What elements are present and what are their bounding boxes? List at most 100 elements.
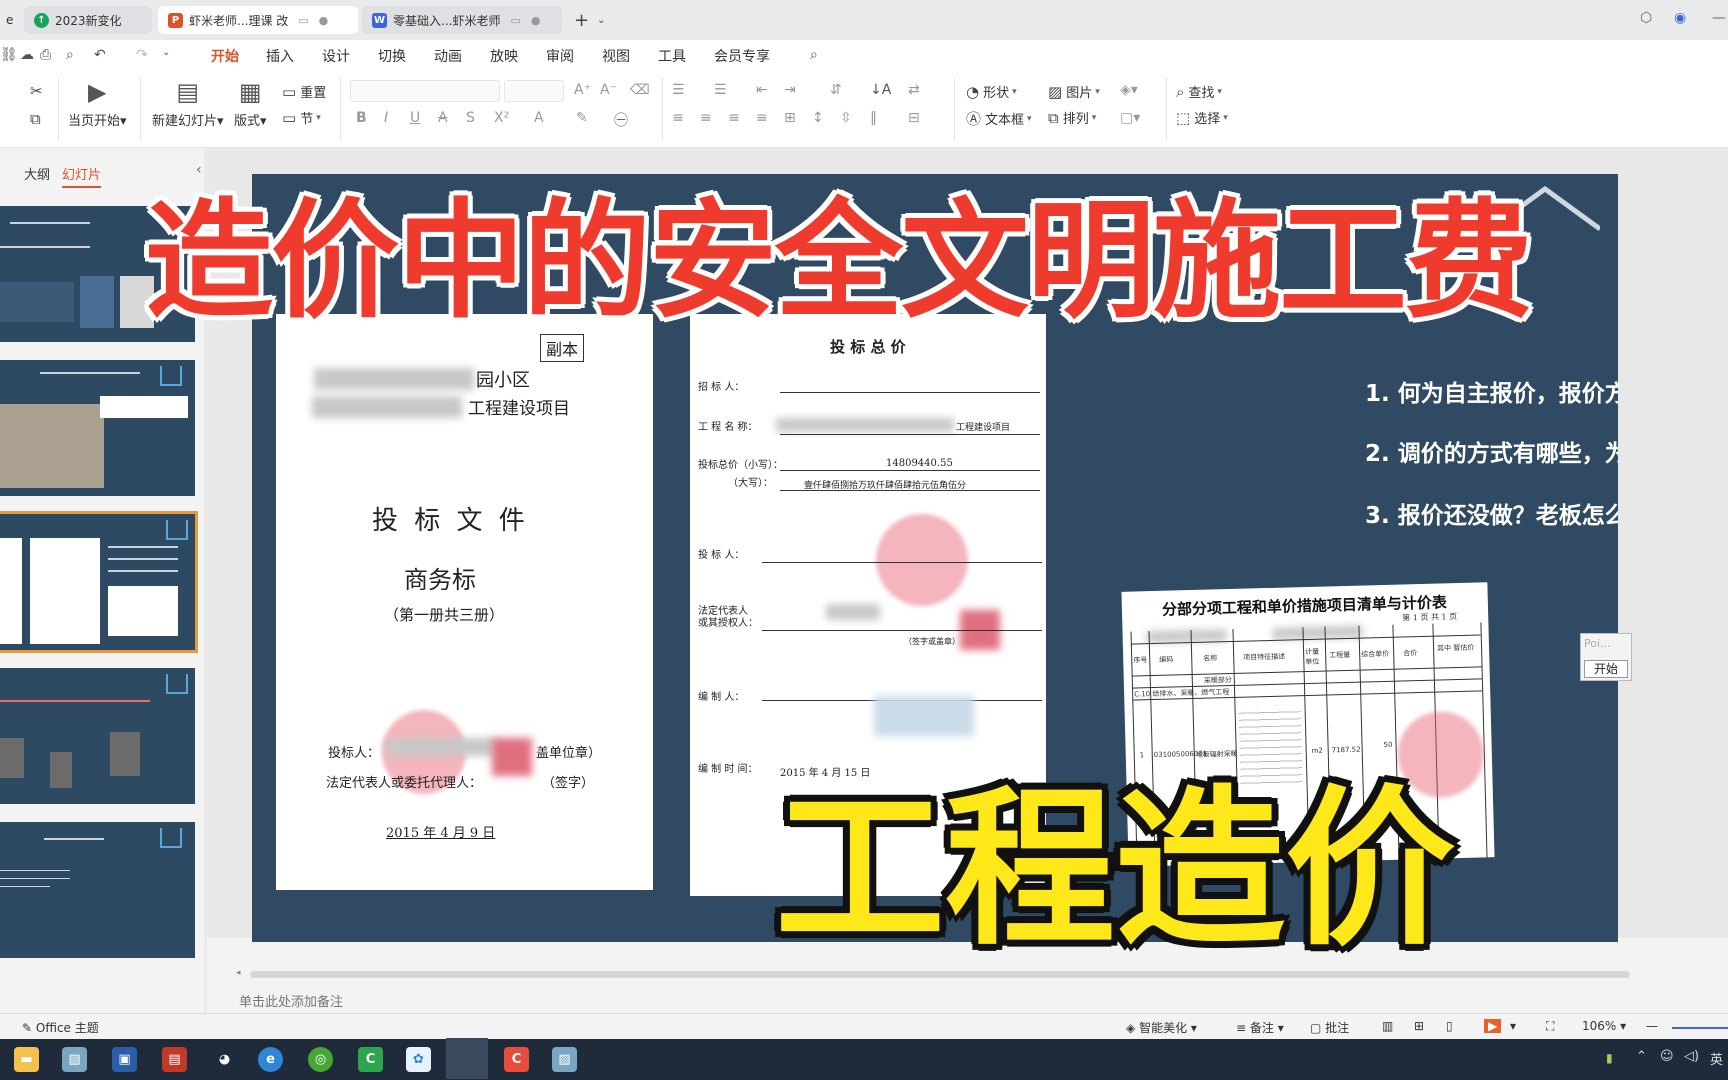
paragraph-spacing-icon[interactable]: ⇳ bbox=[840, 110, 852, 126]
menu-insert[interactable]: 插入 bbox=[266, 46, 294, 66]
ime-icon[interactable]: 英 bbox=[1710, 1049, 1723, 1068]
link-icon[interactable]: ⛓ bbox=[0, 47, 18, 63]
notes-area[interactable]: 单击此处添加备注 bbox=[207, 983, 1728, 1013]
app-icon[interactable]: ▤ bbox=[162, 1047, 187, 1072]
app-icon[interactable]: ▣ bbox=[112, 1047, 137, 1072]
highlight-icon[interactable]: ✎ bbox=[576, 110, 588, 126]
bold-icon[interactable]: B bbox=[356, 110, 367, 126]
battery-icon[interactable]: ▮ bbox=[1606, 1051, 1613, 1065]
justify-icon[interactable]: ≡ bbox=[756, 110, 768, 126]
app-icon[interactable]: ✿ bbox=[406, 1047, 431, 1072]
clear-format-icon[interactable]: ⌫ bbox=[630, 82, 650, 98]
align-left-icon[interactable]: ≡ bbox=[672, 110, 684, 126]
undo-icon[interactable]: ↶ bbox=[94, 47, 106, 63]
sort-icon[interactable]: ↓A bbox=[870, 82, 891, 98]
slides-tab[interactable]: 幻灯片 bbox=[62, 164, 102, 188]
columns-icon[interactable]: ‖ bbox=[870, 110, 877, 126]
fit-window-icon[interactable]: ⛶ bbox=[1546, 1019, 1554, 1034]
strike-icon[interactable]: S bbox=[466, 110, 475, 126]
menu-view[interactable]: 视图 bbox=[602, 46, 630, 66]
monitor-icon[interactable]: ▭ bbox=[298, 14, 308, 27]
chevron-down-icon[interactable]: ⌄ bbox=[597, 15, 605, 26]
shape-button[interactable]: ◔ 形状 ▾ bbox=[966, 82, 1017, 102]
textbox-button[interactable]: Ⓐ 文本框 ▾ bbox=[966, 108, 1032, 129]
copy-button[interactable]: ⧉ bbox=[2, 110, 45, 128]
cloud-icon[interactable]: ☁ bbox=[20, 47, 34, 63]
monitor-icon[interactable]: ▭ bbox=[510, 14, 520, 27]
align-right-icon[interactable]: ≡ bbox=[728, 110, 740, 126]
app-icon[interactable]: ▨ bbox=[552, 1047, 577, 1072]
bullets-icon[interactable]: ☰ bbox=[672, 82, 685, 98]
notes-toggle[interactable]: ≡ 备注 ▾ bbox=[1236, 1019, 1284, 1036]
chevron-down-icon[interactable]: ▾ bbox=[1510, 1019, 1516, 1033]
file-explorer-icon[interactable]: ▬ bbox=[14, 1047, 39, 1072]
menu-tools[interactable]: 工具 bbox=[658, 46, 686, 66]
app-icon[interactable]: C bbox=[358, 1047, 383, 1072]
outline-icon[interactable]: ▢▾ bbox=[1120, 110, 1140, 126]
line-spacing-icon[interactable]: ↕ bbox=[812, 110, 824, 126]
chevron-up-icon[interactable]: ⌃ bbox=[1636, 1049, 1647, 1064]
scroll-left-icon[interactable]: ◂ bbox=[236, 968, 241, 978]
slide-thumbnail-5[interactable] bbox=[0, 822, 195, 958]
tab-presentation[interactable]: P 虾米老师...理课 改 ▭ ● bbox=[158, 6, 358, 34]
minimize-icon[interactable]: — bbox=[1712, 10, 1726, 26]
slide-thumbnail-2[interactable] bbox=[0, 360, 195, 496]
menu-slideshow[interactable]: 放映 bbox=[490, 46, 518, 66]
reset-button[interactable]: ▭ 重置 bbox=[282, 82, 326, 102]
qq-icon[interactable]: ◕ bbox=[212, 1047, 237, 1072]
phonetic-icon[interactable]: ㊀ bbox=[614, 110, 628, 130]
menu-member[interactable]: 会员专享 bbox=[714, 46, 770, 66]
outdent-icon[interactable]: ⇤ bbox=[756, 82, 768, 98]
browser-icon[interactable]: ◎ bbox=[308, 1047, 333, 1072]
search-icon[interactable]: ⌕ bbox=[810, 47, 818, 63]
select-button[interactable]: ⬚ 选择 ▾ bbox=[1176, 108, 1228, 128]
zoom-slider[interactable] bbox=[1672, 1027, 1728, 1029]
app-icon[interactable]: ▨ bbox=[62, 1047, 87, 1072]
start-button[interactable]: 开始 bbox=[1584, 660, 1628, 678]
theme-indicator[interactable]: ✎ Office 主题 bbox=[22, 1019, 99, 1036]
layout-button[interactable]: ▦ 版式▾ bbox=[234, 78, 267, 129]
play-from-current-button[interactable]: ▶ 当页开始▾ bbox=[68, 78, 127, 129]
redo-icon[interactable]: ↷ bbox=[136, 47, 148, 63]
menu-review[interactable]: 审阅 bbox=[546, 46, 574, 66]
find-button[interactable]: ⌕ 查找 ▾ bbox=[1176, 82, 1222, 102]
italic-icon[interactable]: I bbox=[384, 110, 388, 126]
convert-icon[interactable]: ⇄ bbox=[908, 82, 920, 98]
menu-animation[interactable]: 动画 bbox=[434, 46, 462, 66]
outline-tab[interactable]: 大纲 bbox=[24, 164, 50, 183]
grow-font-icon[interactable]: A⁺ bbox=[574, 82, 591, 98]
account-avatar-icon[interactable]: ◉ bbox=[1674, 10, 1686, 26]
close-dot-icon[interactable]: ● bbox=[319, 14, 329, 27]
tab-partial[interactable]: e bbox=[0, 6, 26, 34]
strikethrough-icon[interactable]: A bbox=[438, 110, 448, 126]
cube-icon[interactable]: ⬡ bbox=[1640, 10, 1652, 26]
slide-thumbnail-3[interactable] bbox=[0, 511, 198, 653]
new-tab-button[interactable]: + ⌄ bbox=[574, 6, 605, 34]
font-size-select[interactable] bbox=[504, 80, 564, 102]
distribute-icon[interactable]: ⊞ bbox=[784, 110, 796, 126]
underline-icon[interactable]: U bbox=[410, 110, 420, 126]
zoom-level[interactable]: 106% ▾ bbox=[1582, 1019, 1626, 1033]
shrink-font-icon[interactable]: A⁻ bbox=[600, 82, 617, 98]
menu-home[interactable]: 开始 bbox=[211, 46, 239, 72]
edge-browser-icon[interactable]: e bbox=[258, 1047, 283, 1072]
menu-transition[interactable]: 切换 bbox=[378, 46, 406, 66]
people-icon[interactable]: ☺ bbox=[1660, 1049, 1674, 1064]
zoom-out-icon[interactable]: — bbox=[1646, 1019, 1658, 1033]
superscript-icon[interactable]: X² bbox=[494, 110, 509, 126]
pointer-input[interactable]: Poi... bbox=[1584, 637, 1611, 650]
section-button[interactable]: ▭ 节 ▾ bbox=[282, 108, 321, 128]
beautify-button[interactable]: ◈ 智能美化 ▾ bbox=[1126, 1019, 1197, 1036]
comments-toggle[interactable]: ▢ 批注 bbox=[1310, 1019, 1349, 1036]
font-color-icon[interactable]: A bbox=[534, 110, 544, 126]
chevron-down-icon[interactable]: ⌄ bbox=[162, 47, 170, 58]
close-dot-icon[interactable]: ● bbox=[531, 14, 541, 27]
collapse-panel-icon[interactable]: ‹ bbox=[196, 162, 202, 178]
preview-icon[interactable]: ⌕ bbox=[66, 47, 74, 63]
horizontal-scrollbar[interactable] bbox=[250, 971, 1630, 978]
text-direction-icon[interactable]: ⇵ bbox=[830, 82, 842, 98]
arrange-button[interactable]: ⧉ 排列 ▾ bbox=[1048, 108, 1096, 128]
tab-document[interactable]: W 零基础入...虾米老师 ▭ ● bbox=[362, 6, 562, 34]
fill-icon[interactable]: ◈▾ bbox=[1120, 82, 1138, 98]
indent-icon[interactable]: ⇥ bbox=[784, 82, 796, 98]
